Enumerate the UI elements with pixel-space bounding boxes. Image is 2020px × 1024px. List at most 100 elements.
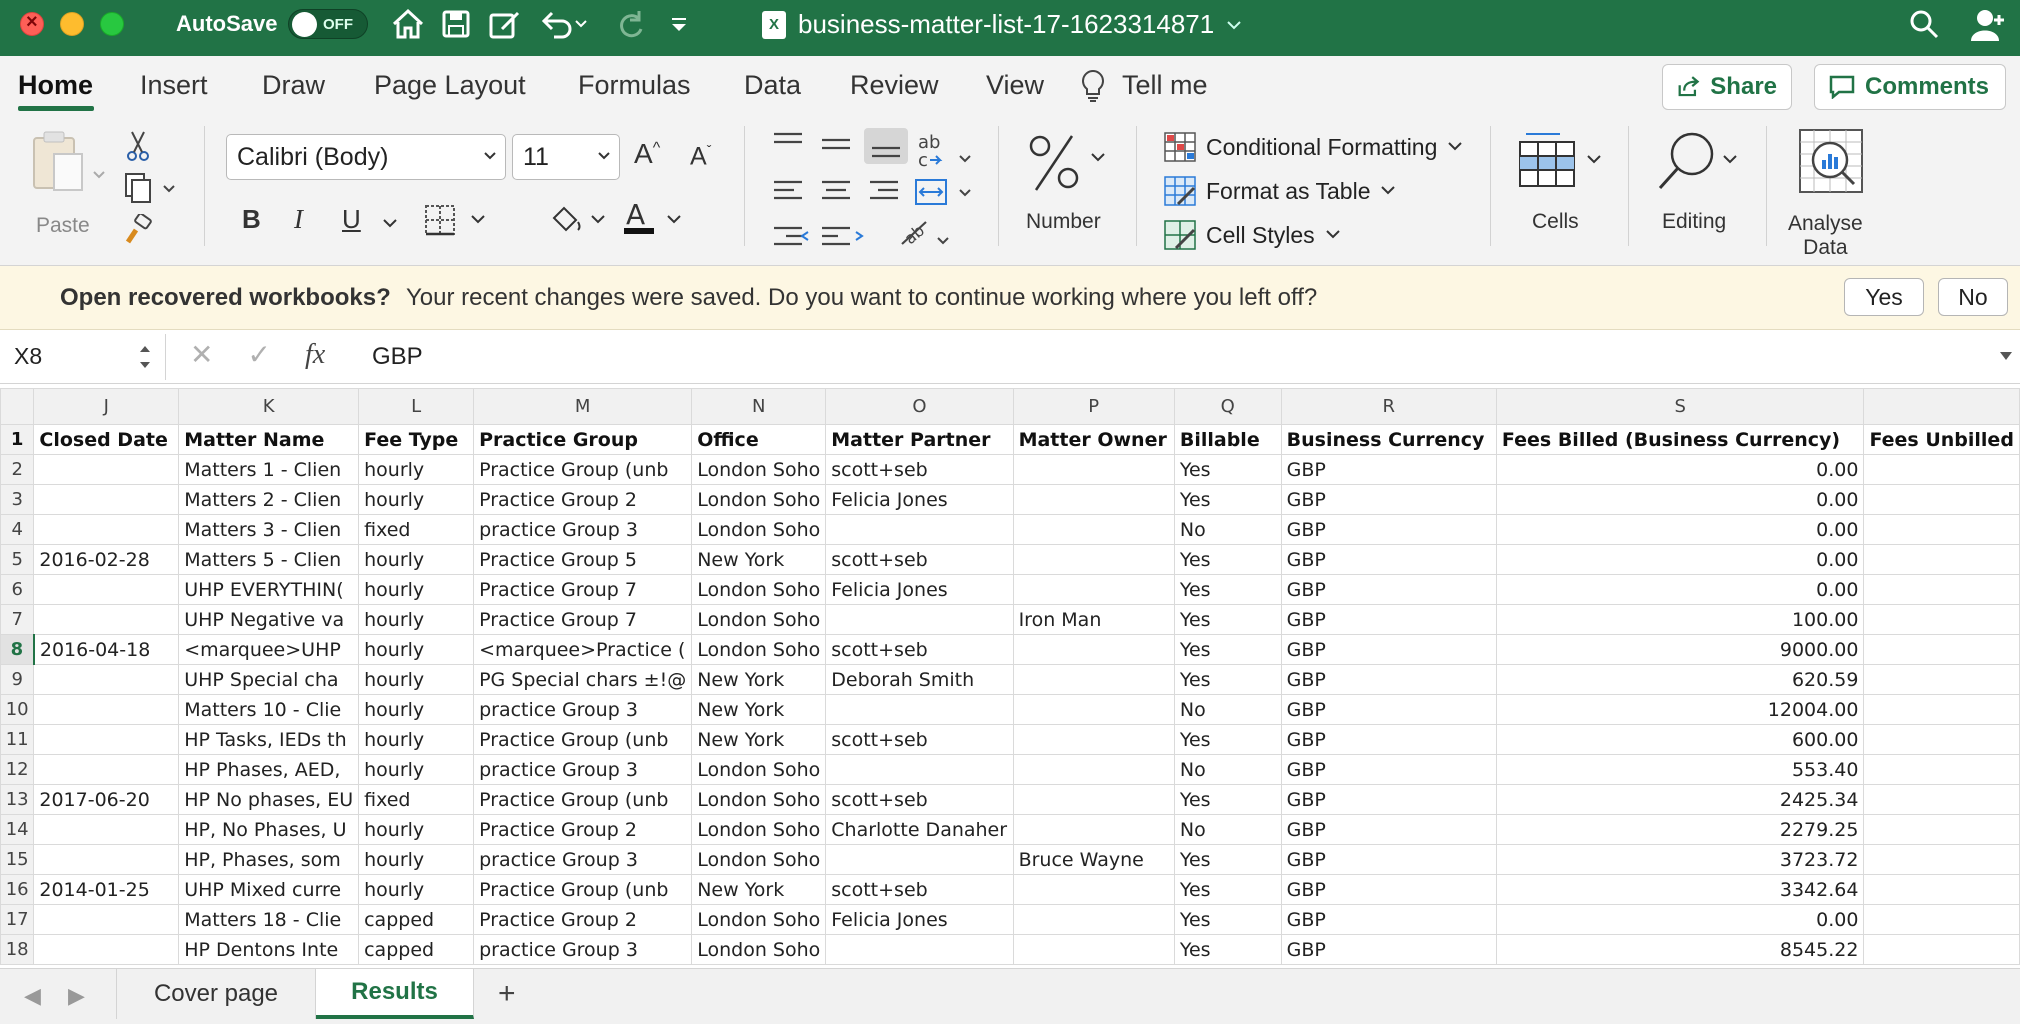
analyse-data-button[interactable]: Analyse Data [1782,126,1882,259]
row-header[interactable]: 3 [0,484,35,515]
column-header[interactable]: P [1012,388,1175,425]
cell[interactable] [1863,664,2020,695]
cell[interactable]: <marquee>Practice ( [473,634,693,665]
cell[interactable]: No [1173,814,1282,845]
cell[interactable]: London Soho [691,844,827,875]
cell[interactable]: hourly [358,844,475,875]
cell[interactable]: 620.59 [1495,664,1865,695]
cell[interactable]: hourly [358,724,475,755]
edit-document-icon[interactable] [486,4,524,44]
cell[interactable] [33,574,180,605]
cell[interactable]: UHP Special cha [178,664,360,695]
cell[interactable]: Matters 5 - Clien [178,544,360,575]
column-header[interactable] [1863,388,2020,425]
cell[interactable]: 9000.00 [1495,634,1865,665]
cell[interactable]: Yes [1173,904,1282,935]
cell[interactable]: HP, No Phases, U [178,814,360,845]
cell[interactable]: Charlotte Danaher [825,814,1014,845]
cell[interactable]: hourly [358,754,475,785]
cell[interactable]: HP, Phases, som [178,844,360,875]
cell[interactable] [33,664,180,695]
save-icon[interactable] [438,4,474,44]
cell[interactable]: Yes [1173,634,1282,665]
close-window-button[interactable] [20,11,44,36]
row-header[interactable]: 18 [0,934,35,965]
cell[interactable]: scott+seb [825,454,1014,485]
column-header[interactable]: R [1280,388,1497,425]
cell[interactable]: GBP [1280,574,1497,605]
cell[interactable] [1012,784,1175,815]
cell[interactable]: HP No phases, EU [178,784,360,815]
cell[interactable] [1863,514,2020,545]
cell[interactable]: capped [358,934,475,965]
cell[interactable]: London Soho [691,784,827,815]
cell[interactable]: practice Group 3 [473,694,693,725]
row-header[interactable]: 4 [0,514,35,545]
cell-styles-button[interactable]: Cell Styles [1164,220,1341,250]
cell[interactable] [1012,874,1175,905]
column-header[interactable]: N [691,388,827,425]
cut-icon[interactable] [124,130,152,167]
cell[interactable]: fixed [358,514,475,545]
cell[interactable]: London Soho [691,934,827,965]
cell[interactable]: Bruce Wayne [1012,844,1175,875]
cell[interactable]: UHP Mixed curre [178,874,360,905]
cell[interactable]: Matters 10 - Clie [178,694,360,725]
cell[interactable]: London Soho [691,604,827,635]
cell[interactable] [1863,814,2020,845]
cell[interactable]: Practice Group 2 [473,814,693,845]
cell[interactable]: GBP [1280,454,1497,485]
cell[interactable]: GBP [1280,544,1497,575]
cell[interactable]: Matters 18 - Clie [178,904,360,935]
cell[interactable] [1863,574,2020,605]
cell[interactable] [1863,724,2020,755]
next-sheet-icon[interactable]: ▶ [68,983,85,1009]
cell[interactable]: GBP [1280,514,1497,545]
cell[interactable]: GBP [1280,484,1497,515]
cell[interactable]: Iron Man [1012,604,1175,635]
cell[interactable]: hourly [358,694,475,725]
copy-icon[interactable] [120,172,180,209]
tab-data[interactable]: Data [744,70,801,101]
cell[interactable]: 8545.22 [1495,934,1865,965]
cell[interactable] [1012,544,1175,575]
cell[interactable]: Matter Name [178,424,360,455]
row-header[interactable]: 12 [0,754,35,785]
cell[interactable]: 2017-06-20 [33,784,180,815]
cell[interactable]: UHP Negative va [178,604,360,635]
cell[interactable]: Yes [1173,484,1282,515]
conditional-formatting-button[interactable]: Conditional Formatting [1164,132,1463,162]
cell[interactable]: Closed Date [33,424,180,455]
cell[interactable]: Business Currency [1280,424,1497,455]
cell[interactable]: hourly [358,544,475,575]
cell[interactable]: GBP [1280,904,1497,935]
cell[interactable]: No [1173,514,1282,545]
recovery-yes-button[interactable]: Yes [1844,278,1924,316]
cell[interactable]: HP Tasks, IEDs th [178,724,360,755]
cell[interactable] [1012,814,1175,845]
cell[interactable]: London Soho [691,484,827,515]
cell[interactable] [825,934,1014,965]
cell[interactable]: London Soho [691,754,827,785]
cell[interactable] [1012,694,1175,725]
cell[interactable] [825,844,1014,875]
cell[interactable]: 2014-01-25 [33,874,180,905]
home-icon[interactable] [388,4,428,44]
cell[interactable]: London Soho [691,814,827,845]
cell[interactable] [1863,904,2020,935]
cell[interactable]: Practice Group 2 [473,484,693,515]
cell[interactable]: Practice Group [473,424,693,455]
cell[interactable]: Practice Group (unb [473,724,693,755]
cell[interactable]: Practice Group 7 [473,604,693,635]
column-header[interactable]: O [825,388,1014,425]
cell[interactable] [1863,694,2020,725]
cell[interactable]: New York [691,694,827,725]
increase-font-size-icon[interactable]: A^ [634,138,660,170]
column-header[interactable]: J [33,388,180,425]
customize-toolbar-icon[interactable] [664,4,694,44]
cell[interactable] [33,724,180,755]
cell[interactable] [1012,484,1175,515]
cell[interactable] [825,754,1014,785]
cell[interactable]: hourly [358,604,475,635]
cell[interactable]: Matters 2 - Clien [178,484,360,515]
